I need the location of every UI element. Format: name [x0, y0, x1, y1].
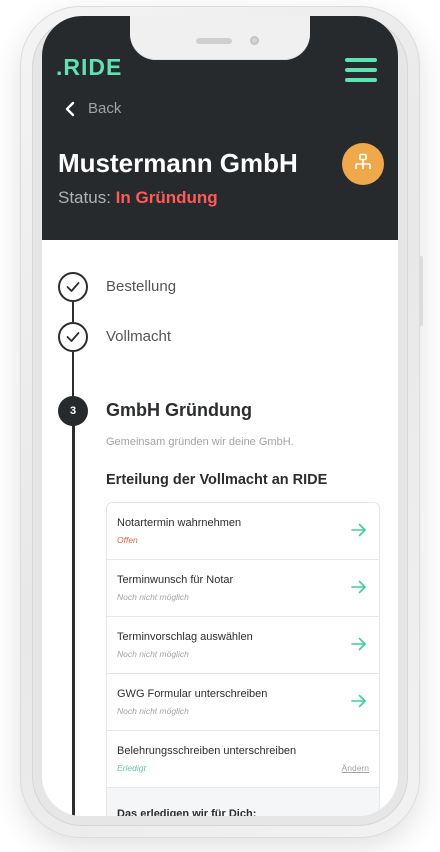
arrow-right-icon[interactable] — [351, 694, 367, 708]
ride-logo[interactable]: .RIDE — [56, 54, 122, 81]
task-list: Notartermin wahrnehmen Offen Terminwunsc… — [106, 502, 380, 816]
task-gwg-formular[interactable]: GWG Formular unterschreiben Noch nicht m… — [107, 674, 379, 731]
task-title: Terminvorschlag auswählen — [117, 631, 253, 643]
task-notartermin[interactable]: Notartermin wahrnehmen Offen — [107, 503, 379, 560]
task-terminvorschlag[interactable]: Terminvorschlag auswählen Noch nicht mög… — [107, 617, 379, 674]
step-vollmacht-check — [58, 322, 88, 352]
phone-screen: .RIDE Back Mustermann GmbH Status: In Gr… — [42, 16, 398, 816]
step-bestellung-check — [58, 272, 88, 302]
company-status: Status: In Gründung — [58, 188, 218, 208]
task-status-open: Offen — [117, 535, 138, 545]
task-title: Belehrungsschreiben unterschreiben — [117, 745, 297, 757]
task-title: Terminwunsch für Notar — [117, 574, 234, 586]
front-camera — [250, 36, 259, 45]
check-icon — [66, 282, 80, 292]
phone-notch — [130, 16, 310, 60]
task-terminwunsch[interactable]: Terminwunsch für Notar Noch nicht möglic… — [107, 560, 379, 617]
task-status-muted: Noch nicht möglich — [117, 706, 189, 716]
step-label-bestellung[interactable]: Bestellung — [106, 278, 176, 295]
task-status-muted: Noch nicht möglich — [117, 592, 189, 602]
back-label: Back — [88, 100, 122, 117]
card-title: Erteilung der Vollmacht an RIDE — [106, 472, 328, 488]
progress-content: Bestellung Vollmacht 3 GmbH Gründung Gem… — [42, 240, 398, 816]
step-label-vollmacht[interactable]: Vollmacht — [106, 328, 171, 345]
company-avatar[interactable] — [342, 143, 384, 185]
arrow-right-icon[interactable] — [351, 580, 367, 594]
status-value: In Gründung — [115, 188, 218, 207]
task-belehrungsschreiben: Belehrungsschreiben unterschreiben Erled… — [107, 731, 379, 788]
chevron-left-icon — [65, 101, 75, 116]
back-button[interactable]: Back — [64, 100, 121, 117]
step-number-badge: 3 — [58, 396, 88, 426]
footer-heading: Das erledigen wir für Dich: — [117, 808, 257, 816]
hamburger-menu-icon[interactable] — [345, 58, 377, 82]
arrow-right-icon[interactable] — [351, 523, 367, 537]
task-list-footer: Das erledigen wir für Dich: — [107, 788, 379, 816]
phone-side-button — [419, 256, 423, 326]
step-subtitle: Gemeinsam gründen wir deine GmbH. — [106, 436, 294, 448]
status-prefix: Status: — [58, 188, 111, 207]
timeline-connector — [72, 352, 74, 402]
company-title: Mustermann GmbH — [58, 148, 298, 178]
change-link[interactable]: Ändern — [342, 763, 369, 773]
timeline-connector — [72, 302, 74, 322]
task-title: GWG Formular unterschreiben — [117, 688, 268, 700]
step-title-gmbh-gruendung: GmbH Gründung — [106, 400, 252, 420]
task-status-muted: Noch nicht möglich — [117, 649, 189, 659]
task-title: Notartermin wahrnehmen — [117, 517, 242, 529]
speaker-grille — [196, 38, 232, 44]
org-structure-icon — [355, 153, 371, 169]
task-status-done: Erledigt — [117, 763, 146, 773]
arrow-right-icon[interactable] — [351, 637, 367, 651]
timeline-connector-active — [71, 416, 75, 816]
check-icon — [66, 332, 80, 342]
